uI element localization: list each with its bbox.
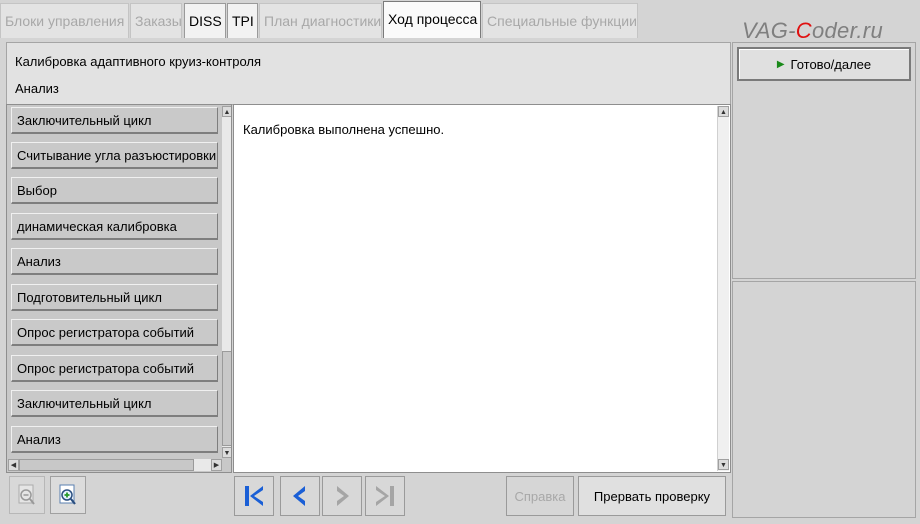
action-panel-top: ▶ Готово/далее <box>732 42 916 279</box>
skip-to-first-icon <box>245 486 263 506</box>
watermark-prefix: VAG- <box>742 18 796 43</box>
scroll-thumb[interactable] <box>222 351 231 446</box>
list-item[interactable]: Заключительный цикл <box>11 390 218 417</box>
done-next-label: Готово/далее <box>790 56 872 72</box>
step-list-horizontal-scrollbar[interactable]: ◀ ▶ <box>8 459 222 471</box>
tab-bar: Блоки управления Заказы DISS TPI План ди… <box>0 0 920 43</box>
list-item[interactable]: Выбор <box>11 177 218 204</box>
step-list: Заключительный цикл Считывание угла разъ… <box>6 104 232 473</box>
tab-label: TPI <box>232 13 254 29</box>
procedure-subtitle: Анализ <box>15 81 59 96</box>
bottom-toolbar: Справка Прервать проверку <box>6 474 731 518</box>
scroll-thumb[interactable] <box>19 459 194 471</box>
list-item[interactable]: Считывание угла разъюстировки <box>11 142 218 169</box>
result-panel-scrollbar[interactable]: ▲ ▼ <box>717 106 729 471</box>
zoom-in-button[interactable] <box>50 476 86 514</box>
result-panel: Калибровка выполнена успешно. ▲ ▼ <box>233 104 731 473</box>
skip-to-last-icon <box>376 486 394 506</box>
procedure-title: Калибровка адаптивного круиз-контроля <box>15 54 262 69</box>
list-item[interactable]: Анализ <box>11 248 218 275</box>
scroll-up-icon[interactable]: ▲ <box>718 106 729 117</box>
chevron-left-icon <box>293 486 305 506</box>
action-column: ▶ Готово/далее <box>732 42 916 518</box>
list-item[interactable]: Опрос регистратора событий <box>11 319 218 346</box>
list-item[interactable]: Заключительный цикл <box>11 107 218 134</box>
tab-control-units[interactable]: Блоки управления <box>0 3 129 38</box>
tab-label: План диагностики <box>264 13 382 29</box>
tab-label: Блоки управления <box>5 13 125 29</box>
tab-label: Ход процесса <box>388 11 478 27</box>
scroll-right-icon[interactable]: ▶ <box>211 459 222 471</box>
done-next-button[interactable]: ▶ Готово/далее <box>737 47 911 81</box>
tab-orders[interactable]: Заказы <box>130 3 182 38</box>
tab-label: Специальные функции <box>487 13 637 29</box>
watermark-accent: C <box>795 18 812 43</box>
tab-special-functions[interactable]: Специальные функции <box>482 3 638 38</box>
help-button[interactable]: Справка <box>506 476 574 516</box>
first-step-button[interactable] <box>234 476 274 516</box>
tab-process[interactable]: Ход процесса <box>383 1 481 38</box>
play-icon: ▶ <box>776 58 785 70</box>
result-message: Калибровка выполнена успешно. <box>243 122 445 137</box>
zoom-out-button[interactable] <box>9 476 45 514</box>
back-button[interactable] <box>280 476 320 516</box>
list-item[interactable]: Анализ <box>11 426 218 453</box>
forward-button[interactable] <box>322 476 362 516</box>
tab-tpi[interactable]: TPI <box>227 3 258 38</box>
tab-label: DISS <box>189 13 222 29</box>
procedure-header: Калибровка адаптивного круиз-контроля Ан… <box>6 42 731 105</box>
scroll-up-icon[interactable]: ▲ <box>222 106 231 117</box>
abort-test-button[interactable]: Прервать проверку <box>578 476 726 516</box>
tab-diss[interactable]: DISS <box>184 3 226 38</box>
tab-label: Заказы <box>135 13 182 29</box>
watermark-suffix: oder.ru <box>811 18 883 43</box>
scroll-left-icon[interactable]: ◀ <box>8 459 19 471</box>
step-list-vertical-scrollbar[interactable]: ▲ ▼ <box>222 106 231 458</box>
zoom-out-icon <box>18 484 35 505</box>
watermark: VAG-Coder.ru <box>742 18 883 44</box>
chevron-right-icon <box>337 486 349 506</box>
action-panel-bottom <box>732 281 916 518</box>
list-item[interactable]: Подготовительный цикл <box>11 284 218 311</box>
zoom-in-icon <box>59 484 76 505</box>
scroll-down-icon[interactable]: ▼ <box>718 459 729 470</box>
list-item[interactable]: динамическая калибровка <box>11 213 218 240</box>
last-step-button[interactable] <box>365 476 405 516</box>
list-item[interactable]: Опрос регистратора событий <box>11 355 218 382</box>
scroll-down-icon[interactable]: ▼ <box>222 447 231 458</box>
tab-diagnostic-plan[interactable]: План диагностики <box>259 3 382 38</box>
